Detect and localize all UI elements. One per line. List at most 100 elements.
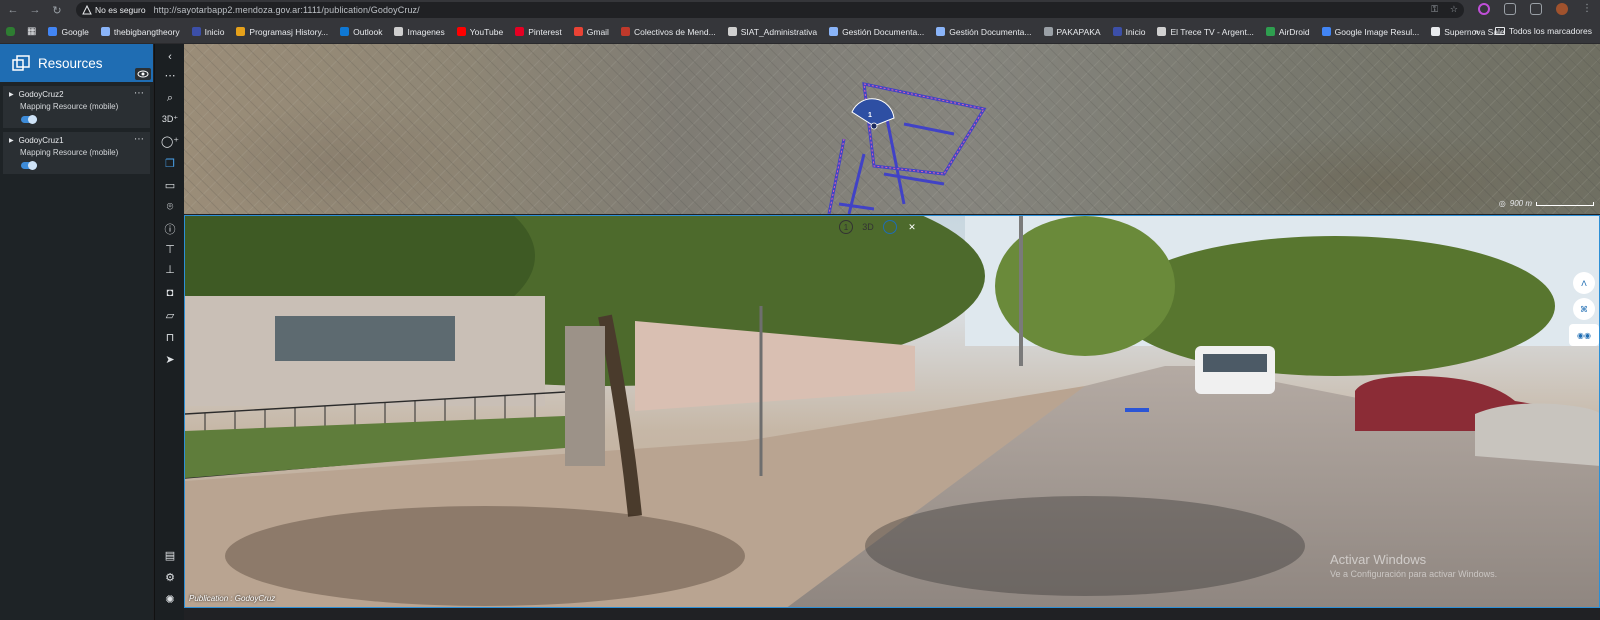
fullscreen-icon[interactable]: ⌘ — [1573, 298, 1595, 320]
bookmark-item[interactable]: Outlook — [340, 27, 382, 37]
bookmark-item[interactable]: thebigbangtheory — [100, 26, 180, 37]
address-bar[interactable]: No es seguro http://sayotarbapp2.mendoza… — [76, 2, 1464, 18]
resource-name: GodoyCruz1 — [18, 136, 64, 145]
forward-icon[interactable]: → — [26, 1, 44, 19]
all-bookmarks[interactable]: Todos los marcadores — [1494, 26, 1592, 36]
reload-icon[interactable]: ↻ — [48, 1, 66, 19]
pin-outline-icon[interactable]: ⊥ — [155, 260, 185, 278]
back-icon[interactable]: ← — [4, 1, 22, 19]
resource-item[interactable]: ▶ GodoyCruz2 Mapping Resource (mobile) ⋯ — [3, 86, 150, 128]
compass-icon[interactable]: ᐱ — [1573, 272, 1595, 294]
resource-name-row: ▶ GodoyCruz2 — [9, 90, 150, 99]
bookmark-item[interactable]: Programasj History... — [236, 27, 328, 37]
bookmark-item[interactable]: SIAT_Administrativa — [727, 27, 817, 37]
resource-item[interactable]: ▶ GodoyCruz1 Mapping Resource (mobile) ⋯ — [3, 132, 150, 174]
gear-icon[interactable]: ✺ — [155, 590, 185, 608]
street-view-image — [185, 216, 1599, 607]
apps-icon[interactable]: ▦ — [27, 26, 36, 37]
collapse-icon[interactable]: ‹ — [155, 48, 185, 66]
note-icon[interactable]: ▱ — [155, 306, 185, 324]
search-icon[interactable]: ⌕ — [155, 89, 185, 107]
resources-title: Resources — [38, 55, 103, 71]
more-options-icon[interactable]: ⋯ — [134, 88, 144, 99]
3d-icon[interactable]: 3D⁺ — [155, 110, 185, 128]
bookmark-label: Google — [61, 26, 89, 37]
street-view-panel[interactable]: 1 3D ○ ✕ ᐱ ⌘ ◉◉ Publication : GodoyCruz … — [184, 215, 1600, 608]
bookmark-item[interactable]: Gestión Documenta... — [829, 27, 924, 37]
bookmark-label: Gestión Documenta... — [949, 26, 1032, 37]
profile-avatar[interactable] — [1556, 3, 1568, 15]
layers-tool-icon[interactable]: ❐ — [155, 154, 185, 172]
numbered-circle-icon[interactable]: 1 — [839, 220, 853, 234]
bookmark-item[interactable]: El Trece TV - Argent... — [1157, 27, 1254, 37]
folder-icon — [1494, 27, 1505, 35]
bookmark-label: YouTube — [469, 26, 504, 37]
bookmark-item[interactable]: PAKAPAKA — [1043, 26, 1101, 37]
bookmark-item[interactable]: Google Image Resul... — [1321, 26, 1420, 37]
bookmark-icon[interactable]: ⊓ — [155, 328, 185, 346]
bookmark-label: PAKAPAKA — [1056, 26, 1101, 37]
bookmark-label: thebigbangtheory — [113, 26, 180, 37]
panel-icon[interactable]: ▭ — [155, 176, 185, 194]
bookmark-label: Gestión Documenta... — [842, 26, 925, 37]
map-view[interactable]: 1 ◎ 900 m — [184, 44, 1600, 214]
bookmark-item[interactable]: Pinterest — [515, 27, 562, 37]
bookmark-item[interactable]: Inicio — [1112, 26, 1146, 37]
favicon-icon — [573, 27, 583, 36]
map-scale: ◎ 900 m — [1499, 199, 1594, 208]
eye-icon[interactable] — [135, 68, 151, 80]
favicon-icon — [1043, 27, 1053, 36]
expand-icon[interactable]: ▶ — [9, 137, 14, 144]
star-icon[interactable]: ☆ — [1450, 4, 1458, 15]
bookmark-item[interactable]: Imagenes — [394, 27, 445, 37]
close-icon[interactable]: ✕ — [905, 220, 919, 234]
bookmark-label: Inicio — [204, 26, 225, 37]
key-icon[interactable]: ⚿ — [1431, 4, 1438, 15]
location-icon[interactable]: ⌾ — [155, 198, 185, 216]
bookmark-item[interactable]: Google — [48, 26, 89, 37]
favicon-icon — [1265, 27, 1275, 36]
bookmark-label: Colectivos de Mend... — [633, 26, 716, 37]
send-icon[interactable]: ➤ — [155, 350, 185, 368]
map-icon[interactable]: ▤ — [155, 546, 185, 564]
layers-icon — [12, 55, 30, 71]
bookmark-label: Outlook — [353, 26, 383, 37]
bookmark-item[interactable]: YouTube — [456, 26, 504, 37]
puzzle-icon[interactable] — [1504, 3, 1516, 15]
expand-icon[interactable]: ▶ — [9, 91, 14, 98]
visibility-toggle[interactable] — [21, 161, 37, 170]
bookmark-item[interactable]: AirDroid — [1265, 27, 1310, 37]
pin-icon[interactable]: ⊤ — [155, 240, 185, 258]
bookmark-item[interactable]: Gestión Documenta... — [936, 26, 1032, 37]
sidepanel-icon[interactable] — [1530, 3, 1542, 15]
more-tools-icon[interactable]: ⋯ — [155, 66, 185, 84]
camera-icon[interactable]: ◘ — [155, 284, 185, 302]
streetview-add-icon[interactable]: ◯⁺ — [155, 132, 185, 150]
globe-icon[interactable]: ○ — [883, 220, 897, 234]
more-options-icon[interactable]: ⋯ — [134, 134, 144, 145]
settings-icon[interactable]: ⚙ — [155, 568, 185, 586]
favicon-icon — [100, 27, 110, 36]
extension-icon[interactable] — [1478, 3, 1490, 15]
bookmark-label: Google Image Resul... — [1334, 26, 1420, 37]
resources-header: Resources — [0, 44, 153, 82]
3d-toggle[interactable]: 3D — [861, 220, 875, 234]
more-bookmarks-icon[interactable]: » — [1474, 26, 1479, 36]
map-marker-label[interactable]: 1 — [868, 112, 872, 119]
security-chip[interactable]: No es seguro — [82, 5, 146, 15]
tab-search-icon[interactable] — [6, 27, 15, 36]
bookmark-item[interactable]: Inicio — [191, 26, 225, 37]
info-icon[interactable]: ⓘ — [155, 220, 185, 238]
favicon-icon — [1112, 27, 1122, 36]
visibility-toggle[interactable] — [21, 115, 37, 124]
route-overlay — [827, 82, 987, 214]
bookmark-label: Inicio — [1125, 26, 1146, 37]
all-bookmarks-label: Todos los marcadores — [1508, 26, 1592, 36]
bookmark-item[interactable]: Gmail — [573, 27, 609, 37]
menu-icon[interactable]: ⋮ — [1582, 3, 1592, 15]
bookmark-item[interactable]: Colectivos de Mend... — [620, 26, 716, 37]
favicon-icon — [236, 27, 246, 36]
favicon-icon — [620, 27, 630, 36]
url-text[interactable]: http://sayotarbapp2.mendoza.gov.ar:1111/… — [154, 5, 420, 15]
pegman-icon[interactable]: ◉◉ — [1569, 324, 1599, 346]
